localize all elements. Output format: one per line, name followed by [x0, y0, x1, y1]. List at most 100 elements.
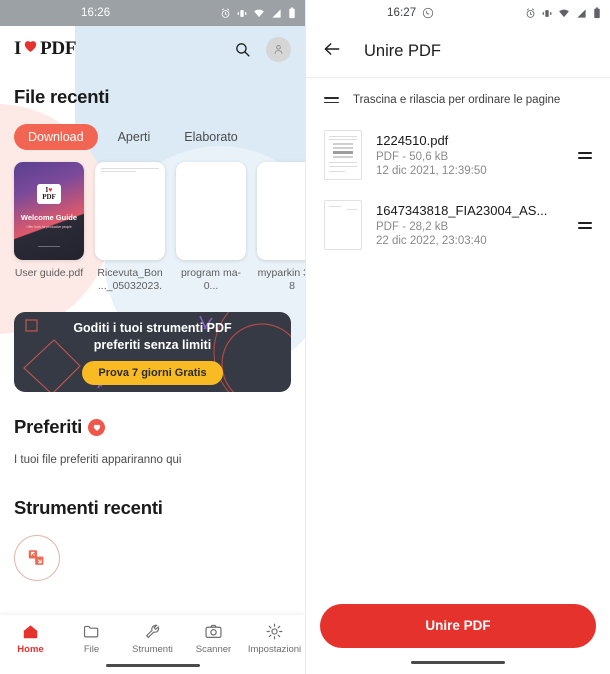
page-title: Unire PDF [364, 42, 442, 60]
favourites-section: Preferiti I tuoi file preferiti apparira… [0, 416, 305, 582]
drag-handle[interactable] [570, 151, 592, 159]
camera-icon [205, 624, 222, 638]
file-name: 1224510.pdf [376, 133, 449, 148]
tool-compress-pdf[interactable] [14, 535, 60, 582]
file-thumbnail [95, 162, 165, 260]
status-icons [220, 7, 296, 19]
nav-label: Impostazioni [247, 644, 302, 655]
file-card[interactable]: myparkin 33138 [257, 162, 305, 293]
section-title-recent-tools: Strumenti recenti [14, 497, 163, 519]
section-title-favourites: Preferiti [14, 416, 83, 438]
drag-handle-icon [324, 96, 339, 104]
file-card[interactable]: program ma-0... [176, 162, 246, 293]
dual-screenshot: 16:26 I PDF File recenti Download Aperti… [0, 0, 610, 674]
nav-item-home[interactable]: Home [0, 622, 61, 655]
nav-label: Scanner [195, 644, 232, 655]
promo-cta-button[interactable]: Prova 7 giorni Gratis [82, 360, 223, 385]
file-meta: PDF - 50,6 kB [376, 151, 449, 163]
bottom-navigation: Home File Strumenti Scanner Impostazioni [0, 615, 305, 674]
promo-line-1: Goditi i tuoi strumenti PDF [73, 320, 232, 335]
file-meta: PDF - 28,2 kB [376, 221, 449, 233]
drag-handle[interactable] [570, 221, 592, 229]
search-icon [235, 42, 250, 57]
recent-filter-chips: Download Aperti Elaborato [14, 124, 291, 150]
file-thumbnail [324, 130, 362, 180]
vibrate-icon [542, 9, 552, 17]
status-bar-left: 16:26 [0, 0, 305, 26]
signal-icon [272, 8, 281, 18]
wrench-icon [145, 624, 160, 639]
file-name: 1647343818_FIA23004_AS... [376, 203, 548, 218]
file-card[interactable]: Ricevuta_Bon ..._05032023. [95, 162, 165, 293]
signal-icon [577, 8, 586, 18]
merge-pdf-button[interactable]: Unire PDF [320, 603, 596, 648]
heart-icon [88, 418, 106, 436]
logo-text-pdf: PDF [40, 38, 77, 59]
nav-label: File [83, 644, 100, 655]
file-date: 12 dic 2021, 12:39:50 [376, 165, 487, 177]
nav-item-strumenti[interactable]: Strumenti [122, 622, 183, 655]
recent-files-row: I♥ PDF Welcome Guide Offer tools for pro… [14, 162, 305, 293]
status-bar-right: 16:27 [306, 0, 610, 26]
merge-file-list: 1224510.pdf PDF - 50,6 kB 12 dic 2021, 1… [306, 112, 610, 260]
file-info: 1647343818_FIA23004_AS... PDF - 28,2 kB … [376, 203, 556, 247]
search-button[interactable] [227, 34, 257, 64]
home-indicator [411, 660, 505, 664]
chip-aperti[interactable]: Aperti [104, 124, 165, 150]
whatsapp-icon [423, 7, 434, 19]
status-notifications [416, 7, 525, 19]
premium-promo-banner[interactable]: Goditi i tuoi strumenti PDF preferiti se… [14, 312, 291, 393]
file-name: myparkin 33138 [257, 267, 305, 293]
thumbnail-lines [101, 168, 159, 174]
file-card[interactable]: I♥ PDF Welcome Guide Offer tools for pro… [14, 162, 84, 293]
vibrate-icon [237, 9, 247, 17]
home-indicator [105, 663, 200, 667]
guide-cover-title: Welcome Guide [20, 213, 78, 222]
nav-item-file[interactable]: File [61, 622, 122, 655]
merge-top-bar: Unire PDF [306, 26, 610, 78]
avatar[interactable] [266, 36, 291, 62]
home-icon [23, 625, 38, 639]
app-bar: I PDF [0, 26, 305, 72]
guide-cover-bar [38, 245, 60, 247]
page-title-recent-files: File recenti [14, 86, 110, 107]
file-thumbnail [324, 200, 362, 250]
status-icons [525, 7, 601, 19]
nav-item-scanner[interactable]: Scanner [183, 622, 244, 655]
drag-handle-icon [578, 221, 592, 229]
guide-cover-subtitle: Offer tools for productive people [26, 225, 72, 229]
promo-line-2: preferiti senza limiti [93, 337, 212, 352]
reorder-hint: Trascina e rilascia per ordinare le pagi… [306, 78, 610, 112]
list-item[interactable]: 1647343818_FIA23004_AS... PDF - 28,2 kB … [320, 190, 596, 260]
file-name: User guide.pdf [14, 267, 84, 279]
status-time: 16:26 [81, 7, 111, 19]
nav-item-impostazioni[interactable]: Impostazioni [244, 622, 305, 655]
reorder-hint-text: Trascina e rilascia per ordinare le pagi… [353, 94, 561, 106]
file-info: 1224510.pdf PDF - 50,6 kB 12 dic 2021, 1… [376, 133, 556, 177]
left-phone-screen: 16:26 I PDF File recenti Download Aperti… [0, 0, 305, 674]
back-button[interactable] [322, 39, 342, 64]
nav-label: Strumenti [132, 644, 173, 655]
nav-label: Home [17, 644, 44, 655]
status-time: 16:27 [387, 7, 417, 19]
heart-icon [22, 38, 39, 60]
wifi-icon [559, 9, 569, 17]
gear-icon [266, 623, 283, 640]
merge-action-area: Unire PDF [306, 603, 610, 674]
chip-elaborato[interactable]: Elaborato [170, 124, 252, 150]
alarm-icon [526, 8, 535, 18]
list-item[interactable]: 1224510.pdf PDF - 50,6 kB 12 dic 2021, 1… [320, 120, 596, 190]
person-icon [274, 44, 283, 54]
file-date: 22 dic 2022, 23:03:40 [376, 235, 487, 247]
wifi-icon [254, 9, 264, 17]
guide-logo-badge: I♥ PDF [37, 184, 61, 204]
recent-tools-row [14, 535, 291, 582]
chip-download[interactable]: Download [14, 124, 98, 150]
right-phone-screen: 16:27 Unire PDF Trascina e rilascia per … [305, 0, 610, 674]
file-thumbnail-guide: I♥ PDF Welcome Guide Offer tools for pro… [14, 162, 84, 260]
favourites-empty-text: I tuoi file preferiti appariranno qui [14, 454, 182, 467]
guide-badge-pdf: PDF [42, 193, 56, 201]
ilovepdf-logo: I PDF [14, 38, 76, 60]
compress-pdf-icon [28, 550, 44, 566]
favourites-header: Preferiti [14, 416, 291, 438]
